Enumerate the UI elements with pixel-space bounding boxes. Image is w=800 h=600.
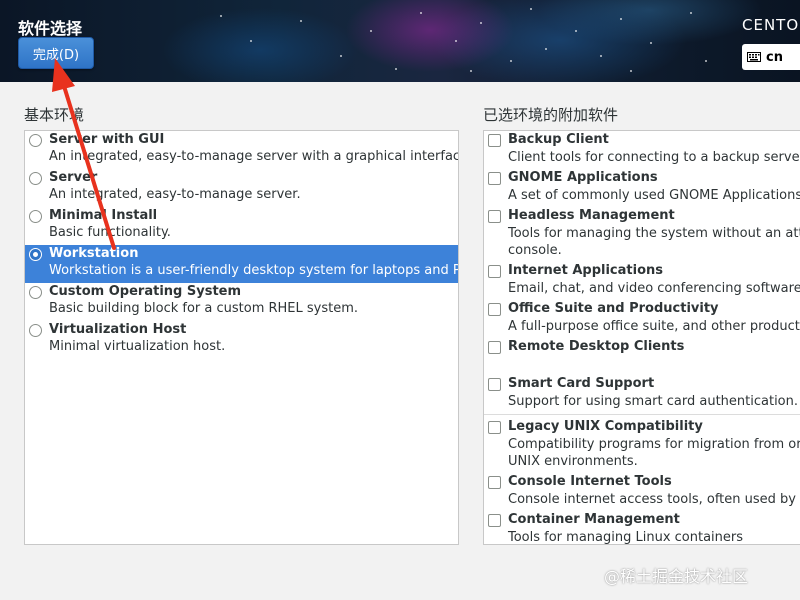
star-decoration [340,55,342,57]
checkbox[interactable] [488,265,501,278]
env-item-server-with-gui[interactable]: Server with GUI An integrated, easy-to-m… [25,131,458,169]
env-description: Workstation is a user-friendly desktop s… [49,263,459,278]
checkbox[interactable] [488,134,501,147]
star-decoration [530,8,532,10]
star-decoration [470,70,472,72]
addon-item-console-internet-tools[interactable]: Console Internet Tools Console internet … [484,473,800,511]
keyboard-layout-indicator[interactable]: cn [742,44,800,70]
env-description: Basic building block for a custom RHEL s… [49,301,359,316]
header-banner: 软件选择 完成(D) CENTOS cn [0,0,800,82]
checkbox[interactable] [488,378,501,391]
env-description: Minimal virtualization host. [49,339,226,354]
star-decoration [545,48,547,50]
keyboard-icon [747,52,761,62]
addon-description: Client tools for connecting to a backup … [508,150,800,165]
addon-description-continued: console. [508,243,562,258]
addon-description: Tools for managing the system without an… [508,226,800,241]
addon-name: Internet Applications [508,263,664,278]
env-name: Server with GUI [49,132,165,147]
addon-description: Support for using smart card authenticat… [508,394,799,409]
checkbox[interactable] [488,172,501,185]
radio-button[interactable] [29,134,42,147]
checkbox[interactable] [488,210,501,223]
addon-description: Compatibility programs for migration fro… [508,437,800,452]
checkbox[interactable] [488,341,501,354]
addon-name: Legacy UNIX Compatibility [508,419,703,434]
base-environment-label: 基本环境 [24,106,85,124]
addon-item-gnome-applications[interactable]: GNOME Applications A set of commonly use… [484,169,800,207]
radio-button[interactable] [29,286,42,299]
star-decoration [620,18,622,20]
env-name: Server [49,170,98,185]
addon-description: A full-purpose office suite, and other p… [508,319,800,334]
env-description: An integrated, easy-to-manage server. [49,187,301,202]
radio-button[interactable] [29,210,42,223]
addon-item-container-management[interactable]: Container Management Tools for managing … [484,511,800,545]
addon-name: Headless Management [508,208,675,223]
addon-item-office-suite[interactable]: Office Suite and Productivity A full-pur… [484,300,800,338]
addon-name: Console Internet Tools [508,474,672,489]
star-decoration [705,60,707,62]
star-decoration [650,42,652,44]
star-decoration [600,55,602,57]
done-button[interactable]: 完成(D) [18,37,94,69]
addon-item-legacy-unix-compatibility[interactable]: Legacy UNIX Compatibility Compatibility … [484,418,800,473]
radio-button[interactable] [29,324,42,337]
environment-list: Server with GUI An integrated, easy-to-m… [24,130,459,545]
addon-description-continued: UNIX environments. [508,454,638,469]
addon-item-backup-client[interactable]: Backup Client Client tools for connectin… [484,131,800,169]
addon-item-internet-applications[interactable]: Internet Applications Email, chat, and v… [484,262,800,300]
addon-name: Remote Desktop Clients [508,339,685,354]
addon-item-smart-card-support[interactable]: Smart Card Support Support for using sma… [484,375,800,414]
page-title: 软件选择 [18,19,83,38]
env-name: Custom Operating System [49,284,242,299]
group-separator [484,414,800,415]
addon-description: Tools for managing Linux containers [508,530,744,545]
star-decoration [300,20,302,22]
star-decoration [455,40,457,42]
star-decoration [510,60,512,62]
star-decoration [395,68,397,70]
addon-description: Email, chat, and video conferencing soft… [508,281,800,296]
addon-name: Container Management [508,512,680,527]
env-description: An integrated, easy-to-manage server wit… [49,149,459,164]
env-item-custom-operating-system[interactable]: Custom Operating System Basic building b… [25,283,458,321]
env-item-workstation[interactable]: Workstation Workstation is a user-friend… [25,245,458,283]
addon-item-headless-management[interactable]: Headless Management Tools for managing t… [484,207,800,262]
watermark: @稀土掘金技术社区 [604,567,749,586]
star-decoration [370,30,372,32]
star-decoration [690,12,692,14]
star-decoration [575,30,577,32]
product-name: CENTOS [742,16,800,34]
addons-label: 已选环境的附加软件 [483,106,619,124]
addon-description: A set of commonly used GNOME Application… [508,188,800,203]
addon-name: GNOME Applications [508,170,658,185]
addon-name: Backup Client [508,132,609,147]
addon-item-remote-desktop-clients[interactable]: Remote Desktop Clients [484,338,800,375]
env-name: Virtualization Host [49,322,187,337]
env-name: Workstation [49,246,139,261]
star-decoration [420,12,422,14]
checkbox[interactable] [488,514,501,527]
star-decoration [250,40,252,42]
env-description: Basic functionality. [49,225,171,240]
addon-description: Console internet access tools, often use… [508,492,800,507]
env-item-server[interactable]: Server An integrated, easy-to-manage ser… [25,169,458,207]
star-decoration [480,22,482,24]
checkbox[interactable] [488,303,501,316]
star-decoration [220,15,222,17]
keyboard-layout-label: cn [766,49,783,65]
radio-button[interactable] [29,172,42,185]
radio-button-selected[interactable] [29,248,42,261]
addon-name: Office Suite and Productivity [508,301,719,316]
star-decoration [630,70,632,72]
env-item-minimal-install[interactable]: Minimal Install Basic functionality. [25,207,458,245]
addon-name: Smart Card Support [508,376,655,391]
checkbox[interactable] [488,476,501,489]
env-name: Minimal Install [49,208,158,223]
addon-list: Backup Client Client tools for connectin… [483,130,800,545]
checkbox[interactable] [488,421,501,434]
env-item-virtualization-host[interactable]: Virtualization Host Minimal virtualizati… [25,321,458,359]
